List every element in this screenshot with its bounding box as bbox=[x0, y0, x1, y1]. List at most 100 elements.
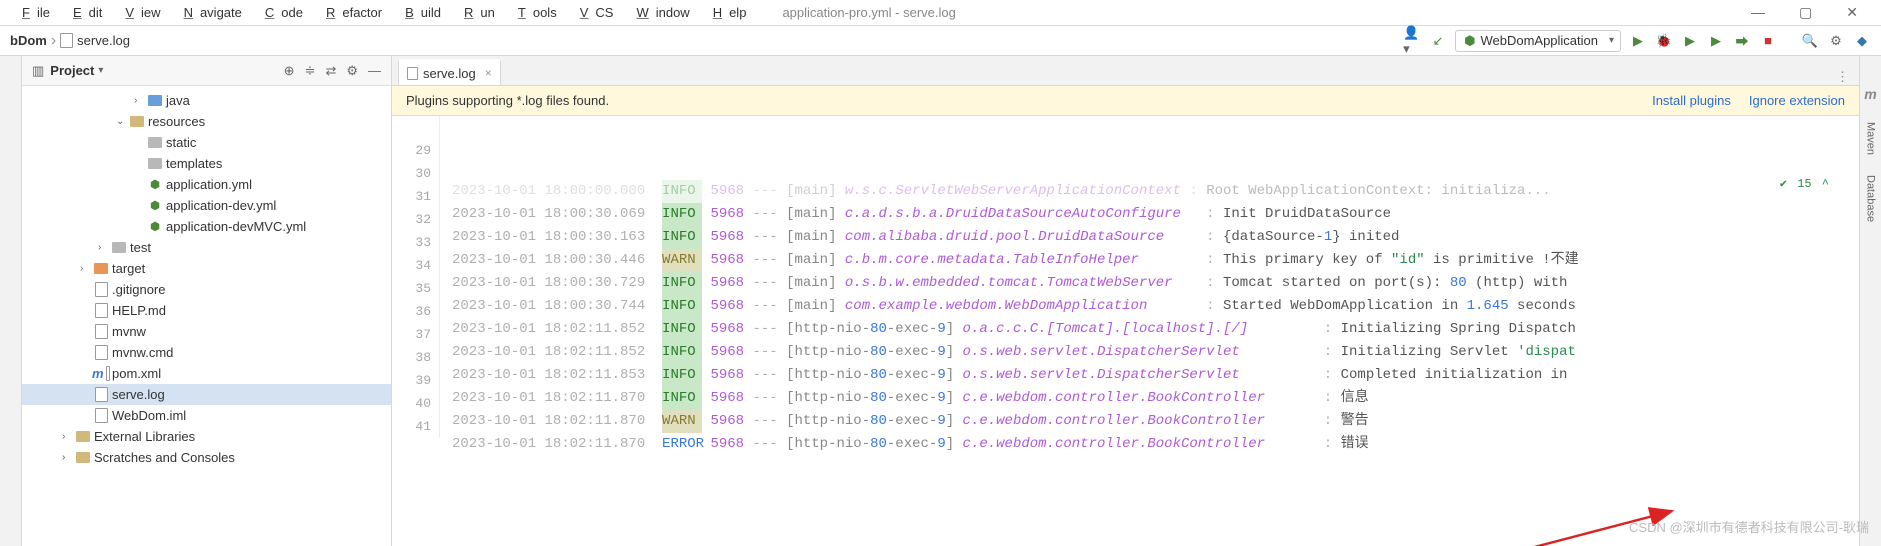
tree-arrow-icon[interactable]: › bbox=[62, 431, 74, 442]
file-icon bbox=[106, 366, 110, 381]
tree-label: .gitignore bbox=[112, 282, 165, 297]
log-line: 2023-10-01 18:02:11.870 ERROR 5968 --- [… bbox=[452, 433, 1859, 456]
close-tab-icon[interactable]: × bbox=[485, 66, 492, 80]
user-icon[interactable]: 👤▾ bbox=[1403, 32, 1421, 50]
debug-icon[interactable]: 🐞 bbox=[1655, 32, 1673, 50]
tab-serve-log[interactable]: serve.log × bbox=[398, 59, 501, 85]
line-number: 37 bbox=[392, 323, 431, 346]
line-number: 39 bbox=[392, 369, 431, 392]
menu-view[interactable]: View bbox=[111, 2, 167, 23]
menu-code[interactable]: Code bbox=[251, 2, 310, 23]
tree-item[interactable]: templates bbox=[22, 153, 391, 174]
menu-tools[interactable]: Tools bbox=[504, 2, 564, 23]
tree-label: External Libraries bbox=[94, 429, 195, 444]
tree-item[interactable]: ⬢ application.yml bbox=[22, 174, 391, 195]
tree-item[interactable]: mvnw.cmd bbox=[22, 342, 391, 363]
yml-icon: ⬢ bbox=[150, 178, 160, 191]
menu-help[interactable]: Help bbox=[699, 2, 754, 23]
yml-icon: ⬢ bbox=[150, 199, 160, 212]
log-line: 2023-10-01 18:00:30.069 INFO 5968 --- [m… bbox=[452, 203, 1859, 226]
tree-item[interactable]: ›test bbox=[22, 237, 391, 258]
tree-arrow-icon[interactable]: › bbox=[98, 242, 110, 253]
plugin-banner: Plugins supporting *.log files found. In… bbox=[392, 86, 1859, 116]
tree-label: mvnw bbox=[112, 324, 146, 339]
log-editor[interactable]: ✔ 15 ^ 29303132333435363738394041 2023-1… bbox=[392, 116, 1859, 546]
tree-item[interactable]: .gitignore bbox=[22, 279, 391, 300]
tree-arrow-icon[interactable]: › bbox=[80, 263, 92, 274]
tree-item[interactable]: ⬢application-devMVC.yml bbox=[22, 216, 391, 237]
tree-item[interactable]: mvnw bbox=[22, 321, 391, 342]
log-line: 2023-10-01 18:00:30.744 INFO 5968 --- [m… bbox=[452, 295, 1859, 318]
tree-label: application.yml bbox=[166, 177, 252, 192]
navigation-bar: bDom › serve.log 👤▾ ↙ ⬢ WebDomApplicatio… bbox=[0, 26, 1881, 56]
breadcrumb-root[interactable]: bDom bbox=[10, 33, 47, 48]
minimize-icon[interactable]: — bbox=[1744, 1, 1772, 24]
collapse-icon[interactable]: ≑ bbox=[305, 63, 316, 79]
build-icon[interactable]: ↙ bbox=[1429, 32, 1447, 50]
tree-arrow-icon[interactable]: ⌄ bbox=[116, 116, 128, 127]
tree-label: target bbox=[112, 261, 145, 276]
tree-arrow-icon[interactable]: › bbox=[62, 452, 74, 463]
menu-navigate[interactable]: Navigate bbox=[170, 2, 249, 23]
run-config-selector[interactable]: ⬢ WebDomApplication bbox=[1455, 30, 1621, 52]
run-icon[interactable]: ▶ bbox=[1629, 32, 1647, 50]
log-line: 2023-10-01 18:00:30.163 INFO 5968 --- [m… bbox=[452, 226, 1859, 249]
log-line: 2023-10-01 18:00:30.729 INFO 5968 --- [m… bbox=[452, 272, 1859, 295]
file-icon bbox=[95, 387, 108, 402]
coverage-icon[interactable]: ▶ bbox=[1681, 32, 1699, 50]
menu-refactor[interactable]: Refactor bbox=[312, 2, 389, 23]
line-number: 35 bbox=[392, 277, 431, 300]
folder-icon bbox=[148, 158, 162, 169]
tree-item[interactable]: › target bbox=[22, 258, 391, 279]
locate-icon[interactable]: ⊕ bbox=[284, 63, 295, 79]
settings-icon[interactable]: ⚙ bbox=[1827, 32, 1845, 50]
project-title: Project bbox=[50, 63, 94, 78]
ignore-extension-link[interactable]: Ignore extension bbox=[1749, 93, 1845, 108]
maven-tool-icon[interactable]: m bbox=[1864, 86, 1876, 102]
menu-file[interactable]: File bbox=[8, 2, 57, 23]
tree-item[interactable]: ›java bbox=[22, 90, 391, 111]
close-icon[interactable]: ✕ bbox=[1839, 1, 1865, 24]
tree-item[interactable]: mpom.xml bbox=[22, 363, 391, 384]
log-line: 2023-10-01 18:02:11.853 INFO 5968 --- [h… bbox=[452, 364, 1859, 387]
tree-item[interactable]: WebDom.iml bbox=[22, 405, 391, 426]
menu-edit[interactable]: Edit bbox=[59, 2, 109, 23]
editor-menu-icon[interactable]: ⋮ bbox=[1836, 69, 1849, 85]
tree-item[interactable]: static bbox=[22, 132, 391, 153]
maximize-icon[interactable]: ▢ bbox=[1792, 1, 1819, 24]
search-icon[interactable]: 🔍 bbox=[1801, 32, 1819, 50]
stop-icon[interactable]: ■ bbox=[1759, 32, 1777, 50]
tree-arrow-icon[interactable]: › bbox=[134, 95, 146, 106]
project-tree[interactable]: ›java⌄resourcesstatictemplates⬢applicati… bbox=[22, 86, 391, 546]
chevron-down-icon[interactable]: ▾ bbox=[98, 65, 103, 76]
expand-icon[interactable]: ⇄ bbox=[325, 63, 336, 79]
profile-icon[interactable]: ▶ bbox=[1707, 32, 1725, 50]
folder-icon bbox=[148, 95, 162, 106]
menu-vcs[interactable]: VCS bbox=[566, 2, 621, 23]
file-icon bbox=[95, 324, 108, 339]
install-plugins-link[interactable]: Install plugins bbox=[1652, 93, 1731, 108]
database-tool-button[interactable]: Database bbox=[1865, 175, 1877, 222]
tree-item[interactable]: ⬢application-dev.yml bbox=[22, 195, 391, 216]
jetbrains-icon[interactable]: ◆ bbox=[1853, 32, 1871, 50]
hide-icon[interactable]: — bbox=[368, 63, 381, 79]
tree-item[interactable]: ⌄resources bbox=[22, 111, 391, 132]
file-icon bbox=[407, 67, 418, 80]
tree-item[interactable]: HELP.md bbox=[22, 300, 391, 321]
gear-icon[interactable]: ⚙ bbox=[346, 63, 358, 79]
line-number: 34 bbox=[392, 254, 431, 277]
tree-item[interactable]: serve.log bbox=[22, 384, 391, 405]
maven-tool-button[interactable]: Maven bbox=[1865, 122, 1877, 155]
menu-window[interactable]: Window bbox=[622, 2, 696, 23]
attach-icon[interactable]: ⮕ bbox=[1733, 32, 1751, 50]
file-icon bbox=[60, 33, 73, 48]
menu-run[interactable]: Run bbox=[450, 2, 502, 23]
tree-item[interactable]: ›Scratches and Consoles bbox=[22, 447, 391, 468]
project-view-icon[interactable]: ▥ bbox=[32, 63, 44, 79]
editor-area: serve.log × ⋮ Plugins supporting *.log f… bbox=[392, 56, 1859, 546]
tree-item[interactable]: › External Libraries bbox=[22, 426, 391, 447]
line-number: 38 bbox=[392, 346, 431, 369]
menu-build[interactable]: Build bbox=[391, 2, 448, 23]
breadcrumb-file[interactable]: serve.log bbox=[60, 33, 130, 48]
window-controls: — ▢ ✕ bbox=[1744, 1, 1865, 24]
